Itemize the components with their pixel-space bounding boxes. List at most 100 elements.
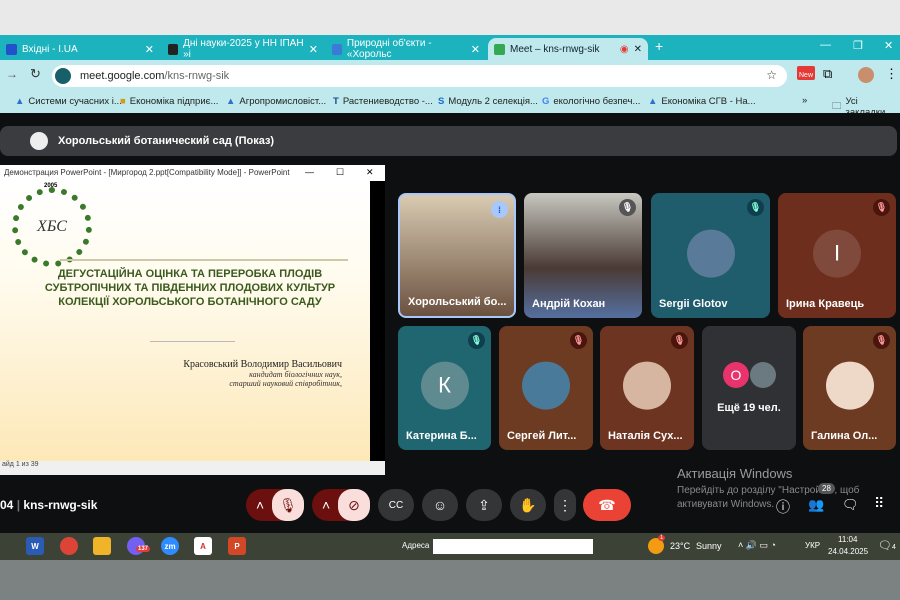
site-info-icon[interactable] [55, 68, 71, 84]
extension-new[interactable]: New [797, 66, 816, 80]
restore-button[interactable]: ❐ [853, 39, 863, 52]
temperature: 23°C [670, 541, 691, 551]
address-bar-row: → ↻ meet.google.com/kns-rnwg-sik ☆ New ⧉… [0, 60, 900, 91]
emoji-button[interactable]: ☺ [422, 489, 458, 521]
minimize-button[interactable]: — [820, 39, 831, 51]
avatar [522, 361, 570, 410]
participant-tile[interactable]: 🎙 Сергей Лит... [499, 326, 593, 450]
url-path: /kns-rnwg-sik [164, 70, 230, 82]
speaking-icon: ⁞ [491, 201, 508, 218]
more-bookmarks-icon[interactable]: » [802, 95, 807, 106]
close-button[interactable]: ✕ [366, 167, 374, 178]
close-icon[interactable]: ✕ [145, 43, 154, 56]
bookmark-item[interactable]: ▲ Системи сучасних і... [15, 96, 122, 107]
end-call-button[interactable]: ☎ [583, 489, 631, 521]
mic-off-icon: 🎙 [619, 199, 636, 216]
reload-button[interactable]: ↻ [30, 66, 41, 82]
word-icon[interactable]: W [26, 537, 44, 555]
avatar: І [813, 229, 861, 278]
address-input[interactable] [433, 539, 593, 554]
minimize-button[interactable]: — [305, 167, 314, 177]
participant-tile[interactable]: 🎙 Наталія Сух... [600, 326, 694, 450]
avatar [686, 229, 735, 278]
weather-text: Sunny [696, 541, 722, 551]
avatar [825, 361, 874, 410]
powerpoint-icon[interactable]: P [228, 537, 246, 555]
participant-tile[interactable]: 🎙 Галина Ол... [803, 326, 896, 450]
bookmark-item[interactable]: ■ Економіка підприє... [120, 96, 218, 107]
bookmark-item[interactable]: ▲ Економіка СГВ - На... [648, 96, 756, 107]
bookmark-item[interactable]: T Растениеводство -... [333, 96, 433, 107]
meeting-code: kns-rnwg-sik [23, 498, 98, 512]
video-options-button[interactable]: ˄ ⊘ [312, 489, 370, 521]
viber-badge: 137 [136, 546, 151, 552]
close-icon[interactable]: ✕ [309, 43, 318, 56]
avatar: К [420, 361, 469, 410]
ppt-status-bar: айд 1 из 39 [0, 461, 385, 475]
more-options-button[interactable]: ⋮ [554, 489, 576, 521]
recording-icon: ◉ [619, 43, 629, 55]
people-icon[interactable]: 👥 [808, 497, 824, 513]
participant-tile[interactable]: 🎙 К Катерина Б... [398, 326, 491, 450]
close-window-button[interactable]: ✕ [884, 39, 893, 52]
zoom-icon[interactable]: zm [161, 537, 179, 555]
profile-avatar[interactable] [858, 67, 874, 83]
address-label: Адреса [402, 541, 430, 550]
more-count: Ещё 19 чел. [717, 402, 781, 414]
close-icon[interactable]: ✕ [634, 44, 642, 55]
bookmark-star-icon[interactable]: ☆ [766, 68, 777, 82]
participant-tile[interactable]: 🎙 Андрій Кохан [524, 193, 642, 318]
pdf-icon[interactable]: A [194, 537, 212, 555]
participant-name: Ірина Кравець [786, 298, 865, 310]
language[interactable]: УКР [805, 541, 820, 550]
presentation-banner: Хорольський ботанический сад (Показ) [0, 126, 897, 156]
bookmark-item[interactable]: S Модуль 2 селекція... [438, 96, 538, 107]
tab-iua[interactable]: Вхідні - I.UA ✕ [0, 38, 160, 60]
activities-icon[interactable]: ⠿ [874, 495, 884, 512]
clock-date[interactable]: 24.04.2025 [828, 547, 868, 556]
chat-icon[interactable]: 🗨 [842, 497, 859, 513]
new-tab-button[interactable]: + [655, 38, 663, 54]
bookmarks-bar: ▲ Системи сучасних і... ■ Економіка підпри… [0, 91, 900, 118]
maximize-button[interactable]: ☐ [336, 167, 344, 178]
tab-label: Meet – kns-rnwg-sik [510, 43, 600, 55]
tab-pryrodni[interactable]: Природні об'єкти - «Хорольс ✕ [326, 38, 486, 60]
bookmark-item[interactable]: ▲ Агропромисловіст... [226, 96, 326, 107]
camera-off-button[interactable]: ⊘ [338, 489, 370, 521]
mic-off-button[interactable]: 🎙 [272, 489, 304, 521]
explorer-icon[interactable] [93, 537, 111, 555]
url-domain: meet.google.com [80, 70, 165, 82]
participant-name: Сергей Лит... [507, 430, 577, 442]
info-icon[interactable]: ⓘ [776, 497, 790, 517]
participant-tile[interactable]: 🎙 Sergii Glotov [651, 193, 770, 318]
url-input[interactable]: meet.google.com/kns-rnwg-sik ☆ [52, 65, 787, 87]
chrome-icon[interactable] [60, 537, 78, 555]
tab-label: Вхідні - I.UA [22, 43, 78, 55]
menu-icon[interactable]: ⋮ [885, 66, 898, 82]
more-participants-tile[interactable]: О Ещё 19 чел. [702, 326, 796, 450]
author-position: старший науковий співробітник, [229, 379, 342, 388]
captions-button[interactable]: CC [378, 489, 414, 521]
avatar [623, 361, 671, 410]
close-icon[interactable]: ✕ [471, 43, 480, 56]
tab-dni-nauky[interactable]: Дні науки-2025 у НН ІПАН »і ✕ [162, 38, 324, 60]
participant-tile[interactable]: ⁞ Хорольський бо... [398, 193, 516, 318]
tray-icons[interactable]: ˄ 🔊 ▭ ◔ [738, 540, 776, 551]
participant-tile[interactable]: 🎙 І Ірина Кравець [778, 193, 896, 318]
clock-time[interactable]: 11:04 [838, 535, 857, 544]
viber-icon[interactable]: 137 [127, 537, 151, 555]
extensions-icon[interactable]: ⧉ [823, 66, 832, 82]
bookmark-item[interactable]: Gекологічно безпеч... [542, 96, 640, 107]
participant-name: Галина Ол... [811, 430, 878, 442]
tab-meet[interactable]: Meet – kns-rnwg-sik ◉ ✕ [488, 38, 648, 60]
notification-count: 4 [891, 544, 896, 551]
forward-button[interactable]: → [6, 67, 18, 81]
raise-hand-button[interactable]: ✋ [510, 489, 546, 521]
present-button[interactable]: ⇪ [466, 489, 502, 521]
slide-title: ДЕГУСТАЦІЙНА ОЦІНКА ТА ПЕРЕРОБКА ПЛОДІВ … [44, 268, 336, 308]
audio-options-button[interactable]: ˄ 🎙 [246, 489, 304, 521]
author-degree: кандидат біологічних наук, [249, 370, 342, 379]
participant-name: Наталія Сух... [608, 430, 683, 442]
notifications-icon[interactable]: 🗨4 [878, 539, 896, 552]
site-icon [332, 43, 342, 55]
